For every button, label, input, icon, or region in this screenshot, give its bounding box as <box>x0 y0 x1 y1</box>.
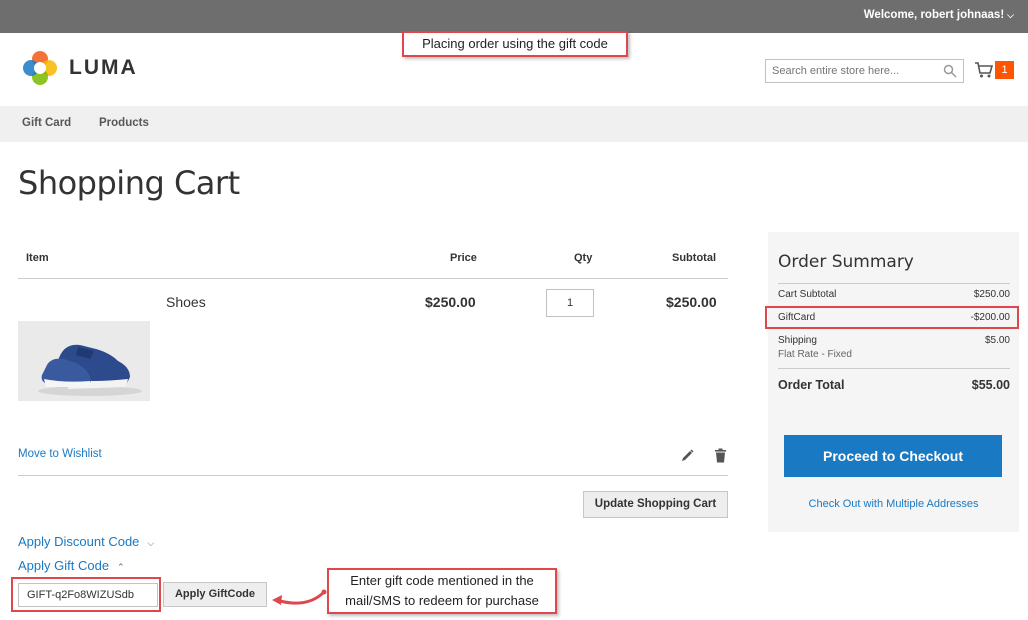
chevron-up-icon: ⌃ <box>117 562 125 572</box>
welcome-menu[interactable]: Welcome, robert johnaas! ⌵ <box>864 9 1014 21</box>
product-name-link[interactable]: Shoes <box>166 294 206 310</box>
column-header-qty: Qty <box>574 252 593 264</box>
divider <box>778 283 1010 284</box>
shoe-image-icon <box>18 321 150 401</box>
cart-subtotal-value: $250.00 <box>973 289 1010 300</box>
column-header-price: Price <box>450 252 477 264</box>
giftcard-highlight <box>765 306 1019 329</box>
page-title: Shopping Cart <box>18 164 240 202</box>
annotation-arrow-icon <box>272 589 327 605</box>
edit-icon[interactable] <box>681 449 694 462</box>
divider <box>778 368 1010 369</box>
divider <box>18 278 728 279</box>
apply-giftcode-button[interactable]: Apply GiftCode <box>163 582 267 607</box>
column-header-item: Item <box>26 252 49 264</box>
trash-icon[interactable] <box>714 448 727 463</box>
product-image[interactable] <box>18 321 150 401</box>
item-subtotal: $250.00 <box>666 294 717 310</box>
chevron-down-icon: ⌵ <box>147 538 155 548</box>
top-bar: Welcome, robert johnaas! ⌵ <box>0 0 1028 33</box>
update-cart-button[interactable]: Update Shopping Cart <box>583 491 728 518</box>
proceed-to-checkout-button[interactable]: Proceed to Checkout <box>784 435 1002 477</box>
search-box[interactable] <box>765 59 964 83</box>
order-summary: Order Summary Cart Subtotal $250.00 Gift… <box>768 232 1019 532</box>
gift-code-input[interactable]: GIFT-q2Fo8WIZUSdb <box>18 583 158 607</box>
apply-gift-code-toggle[interactable]: Apply Gift Code ⌃ <box>18 558 125 573</box>
shipping-value: $5.00 <box>984 335 1010 346</box>
order-summary-title: Order Summary <box>778 252 914 272</box>
shipping-method: Flat Rate - Fixed <box>778 349 852 360</box>
luma-logo-icon[interactable] <box>22 50 58 86</box>
order-total-label: Order Total <box>778 378 845 392</box>
cart-icon[interactable] <box>974 61 994 79</box>
multiple-addresses-link[interactable]: Check Out with Multiple Addresses <box>768 498 1019 510</box>
shipping-label: Shipping <box>778 335 817 346</box>
item-price: $250.00 <box>425 294 476 310</box>
search-icon[interactable] <box>943 64 957 78</box>
apply-discount-label: Apply Discount Code <box>18 534 140 549</box>
divider <box>18 475 728 476</box>
main-nav: Gift Card Products <box>0 106 1028 142</box>
apply-gift-code-label: Apply Gift Code <box>18 558 110 573</box>
qty-input[interactable]: 1 <box>546 289 594 317</box>
nav-item-gift-card[interactable]: Gift Card <box>22 117 71 129</box>
apply-discount-toggle[interactable]: Apply Discount Code ⌵ <box>18 534 154 549</box>
chevron-down-icon: ⌵ <box>1007 10 1014 20</box>
welcome-text: Welcome, robert johnaas! <box>863 9 1005 21</box>
nav-item-products[interactable]: Products <box>99 117 149 129</box>
order-total-value: $55.00 <box>971 378 1010 392</box>
search-input[interactable] <box>766 60 934 82</box>
logo-text[interactable]: LUMA <box>69 56 138 80</box>
annotation-callout-top: Placing order using the gift code <box>402 31 628 57</box>
move-to-wishlist-link[interactable]: Move to Wishlist <box>18 448 102 460</box>
annotation-callout-bottom: Enter gift code mentioned in the mail/SM… <box>327 568 557 614</box>
cart-subtotal-label: Cart Subtotal <box>778 289 837 300</box>
column-header-subtotal: Subtotal <box>672 252 716 264</box>
cart-count-badge[interactable]: 1 <box>995 61 1014 79</box>
